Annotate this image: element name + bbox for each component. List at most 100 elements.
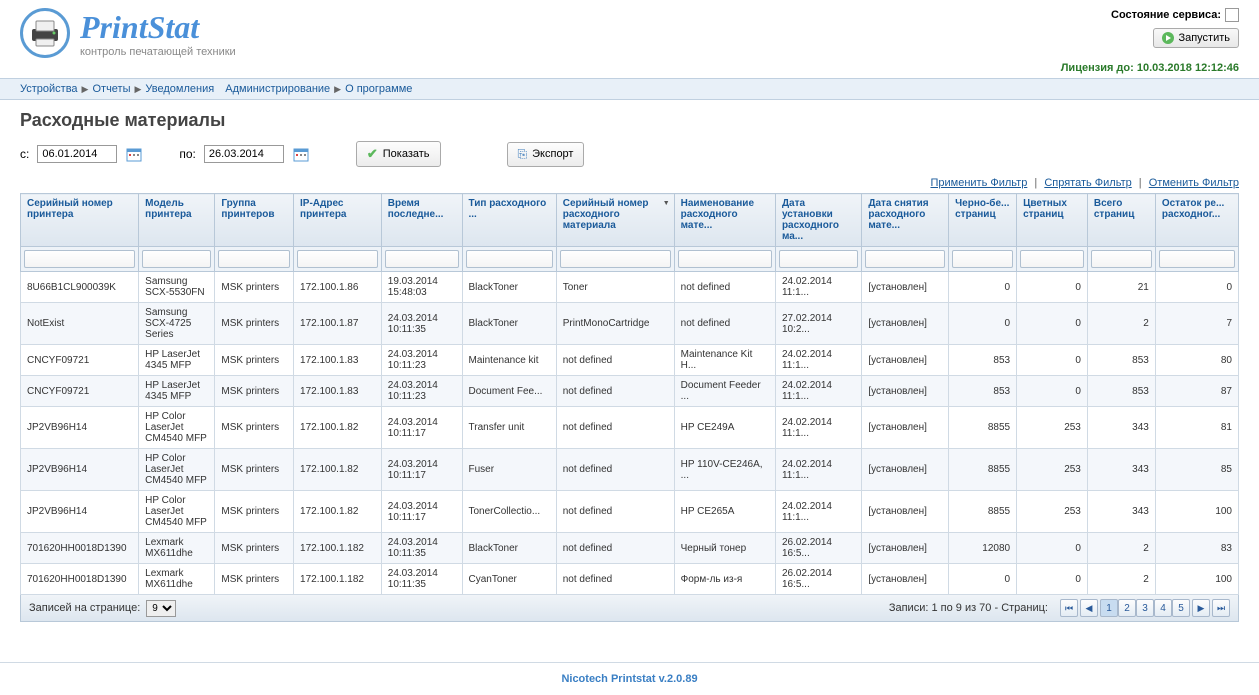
table-cell: NotExist xyxy=(21,303,139,345)
hide-filter-link[interactable]: Спрятать Фильтр xyxy=(1044,177,1131,189)
table-cell: 24.02.2014 11:1... xyxy=(775,345,861,376)
column-filter-input[interactable] xyxy=(218,250,290,268)
table-cell: JP2VB96H14 xyxy=(21,491,139,533)
column-filter-input[interactable] xyxy=(952,250,1013,268)
column-header[interactable]: Дата снятия расходного мате... xyxy=(862,194,949,247)
column-header[interactable]: Группа принтеров xyxy=(215,194,294,247)
table-cell: 81 xyxy=(1155,407,1238,449)
table-cell: CNCYF09721 xyxy=(21,376,139,407)
table-cell: 343 xyxy=(1087,491,1155,533)
column-header[interactable]: Остаток ре... расходног... xyxy=(1155,194,1238,247)
table-cell: [установлен] xyxy=(862,491,949,533)
nav-notifications[interactable]: Уведомления xyxy=(145,83,214,95)
calendar-icon[interactable] xyxy=(125,145,143,163)
column-filter-input[interactable] xyxy=(142,250,211,268)
pager-last[interactable]: ⏭ xyxy=(1212,599,1230,617)
table-cell: Форм-ль из-я xyxy=(674,564,775,595)
table-row[interactable]: 701620HH0018D1390Lexmark MX611dheMSK pri… xyxy=(21,533,1239,564)
column-header[interactable]: Время последне... xyxy=(381,194,462,247)
table-cell: 24.03.2014 10:11:17 xyxy=(381,491,462,533)
table-cell: 0 xyxy=(1017,345,1088,376)
table-cell: 24.02.2014 11:1... xyxy=(775,376,861,407)
column-filter-input[interactable] xyxy=(385,250,459,268)
table-row[interactable]: 8U66B1CL900039KSamsung SCX-5530FNMSK pri… xyxy=(21,272,1239,303)
per-page-label: Записей на странице: xyxy=(29,602,140,614)
table-cell: Maintenance Kit H... xyxy=(674,345,775,376)
table-cell: 0 xyxy=(1017,376,1088,407)
column-header[interactable]: Всего страниц xyxy=(1087,194,1155,247)
calendar-icon[interactable] xyxy=(292,145,310,163)
pager-prev[interactable]: ◀ xyxy=(1080,599,1098,617)
table-row[interactable]: JP2VB96H14HP Color LaserJet CM4540 MFPMS… xyxy=(21,407,1239,449)
table-cell: 24.03.2014 10:11:17 xyxy=(381,449,462,491)
column-filter-input[interactable] xyxy=(466,250,553,268)
table-row[interactable]: CNCYF09721HP LaserJet 4345 MFPMSK printe… xyxy=(21,345,1239,376)
run-button[interactable]: Запустить xyxy=(1153,28,1239,48)
table-cell: 172.100.1.83 xyxy=(294,376,382,407)
column-header[interactable]: Черно-бе... страниц xyxy=(949,194,1017,247)
export-button[interactable]: ⎘ Экспорт xyxy=(507,142,585,167)
show-button[interactable]: ✔ Показать xyxy=(356,141,441,167)
date-to-input[interactable] xyxy=(204,145,284,163)
nav-about[interactable]: О программе xyxy=(345,83,412,95)
column-header[interactable]: Серийный номер расходного материала xyxy=(556,194,674,247)
table-cell: MSK printers xyxy=(215,272,294,303)
apply-filter-link[interactable]: Применить Фильтр xyxy=(930,177,1027,189)
column-header[interactable]: Цветных страниц xyxy=(1017,194,1088,247)
column-header[interactable]: IP-Адрес принтера xyxy=(294,194,382,247)
table-cell: Lexmark MX611dhe xyxy=(139,564,215,595)
column-filter-input[interactable] xyxy=(678,250,772,268)
table-cell: not defined xyxy=(556,407,674,449)
nav-reports[interactable]: Отчеты xyxy=(92,83,130,95)
table-cell: Fuser xyxy=(462,449,556,491)
table-cell: 253 xyxy=(1017,491,1088,533)
table-cell: HP CE249A xyxy=(674,407,775,449)
column-header[interactable]: Дата установки расходного ма... xyxy=(775,194,861,247)
check-icon: ✔ xyxy=(367,146,378,162)
chevron-right-icon: ▶ xyxy=(135,84,142,95)
table-cell: 2 xyxy=(1087,564,1155,595)
date-to-label: по: xyxy=(179,147,196,161)
table-cell: BlackToner xyxy=(462,272,556,303)
table-cell: Samsung SCX-4725 Series xyxy=(139,303,215,345)
pager-first[interactable]: ⏮ xyxy=(1060,599,1078,617)
nav-admin[interactable]: Администрирование xyxy=(225,83,330,95)
column-filter-input[interactable] xyxy=(24,250,135,268)
table-cell: HP CE265A xyxy=(674,491,775,533)
column-filter-input[interactable] xyxy=(865,250,945,268)
pager-page[interactable]: 1 xyxy=(1100,599,1118,617)
pager-page[interactable]: 5 xyxy=(1172,599,1190,617)
table-row[interactable]: JP2VB96H14HP Color LaserJet CM4540 MFPMS… xyxy=(21,449,1239,491)
pager-next[interactable]: ▶ xyxy=(1192,599,1210,617)
column-header[interactable]: Наименование расходного мате... xyxy=(674,194,775,247)
table-row[interactable]: JP2VB96H14HP Color LaserJet CM4540 MFPMS… xyxy=(21,491,1239,533)
column-header[interactable]: Модель принтера xyxy=(139,194,215,247)
table-cell: 172.100.1.182 xyxy=(294,533,382,564)
table-row[interactable]: 701620HH0018D1390Lexmark MX611dheMSK pri… xyxy=(21,564,1239,595)
table-cell: 0 xyxy=(949,272,1017,303)
nav-devices[interactable]: Устройства xyxy=(20,83,78,95)
column-filter-input[interactable] xyxy=(779,250,858,268)
table-cell: HP Color LaserJet CM4540 MFP xyxy=(139,407,215,449)
cancel-filter-link[interactable]: Отменить Фильтр xyxy=(1149,177,1239,189)
pager-page[interactable]: 3 xyxy=(1136,599,1154,617)
table-cell: MSK printers xyxy=(215,533,294,564)
column-header[interactable]: Тип расходного ... xyxy=(462,194,556,247)
column-filter-input[interactable] xyxy=(560,250,671,268)
column-header[interactable]: Серийный номер принтера xyxy=(21,194,139,247)
column-filter-input[interactable] xyxy=(1159,250,1235,268)
table-cell: 0 xyxy=(1017,303,1088,345)
column-filter-input[interactable] xyxy=(1091,250,1152,268)
table-row[interactable]: CNCYF09721HP LaserJet 4345 MFPMSK printe… xyxy=(21,376,1239,407)
table-cell: not defined xyxy=(556,564,674,595)
table-row[interactable]: NotExistSamsung SCX-4725 SeriesMSK print… xyxy=(21,303,1239,345)
column-filter-input[interactable] xyxy=(1020,250,1084,268)
per-page-select[interactable]: 9 xyxy=(146,600,176,617)
table-cell: 19.03.2014 15:48:03 xyxy=(381,272,462,303)
table-cell: [установлен] xyxy=(862,564,949,595)
column-filter-input[interactable] xyxy=(297,250,378,268)
pager-page[interactable]: 2 xyxy=(1118,599,1136,617)
date-from-input[interactable] xyxy=(37,145,117,163)
table-cell: MSK printers xyxy=(215,407,294,449)
pager-page[interactable]: 4 xyxy=(1154,599,1172,617)
